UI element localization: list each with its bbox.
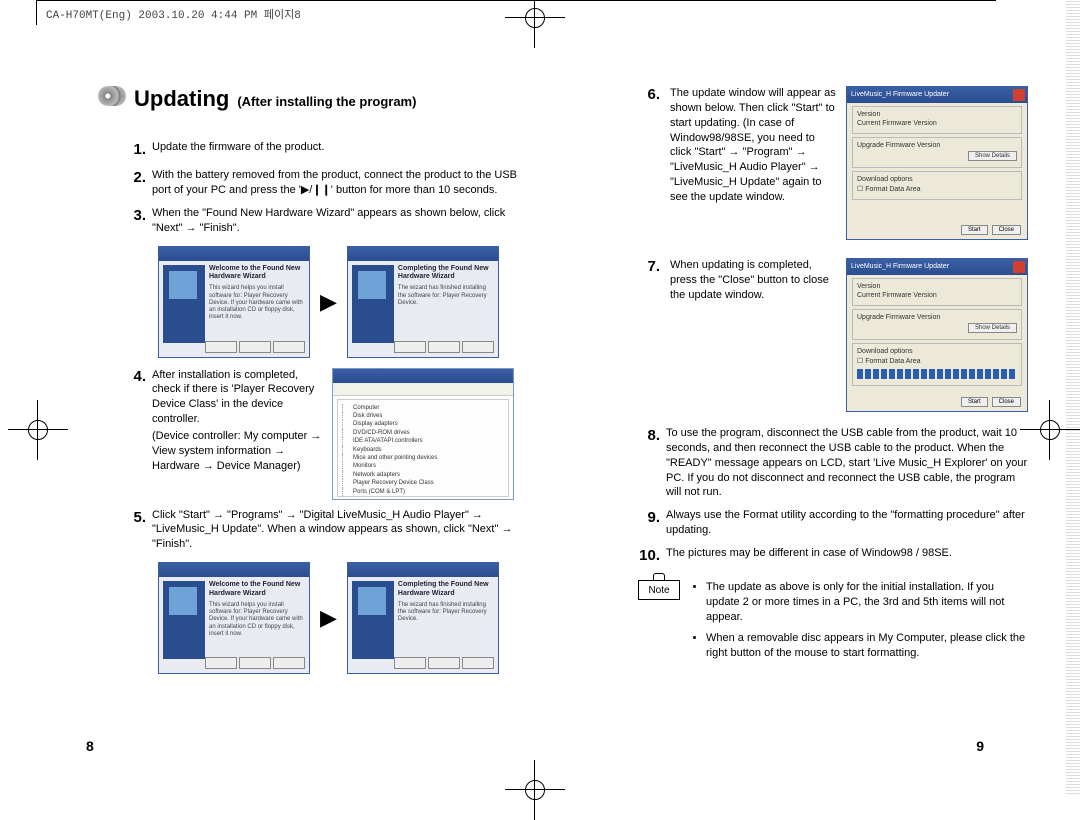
step-text: Update the firmware of the product. [152, 140, 528, 155]
crop-mark [236, 0, 996, 25]
step-number: 4. [124, 368, 146, 500]
wizard-row: Welcome to the Found New Hardware Wizard… [158, 246, 528, 358]
step-number: 1. [124, 140, 146, 160]
firmware-updater-done: LiveMusic_H Firmware Updater VersionCurr… [846, 258, 1028, 412]
step-number: 7. [638, 258, 660, 412]
step-number: 2. [124, 168, 146, 188]
step-text: Click "Start" → "Programs" → "Digital Li… [152, 508, 528, 553]
step-text: After installation is completed, check i… [152, 368, 322, 427]
step-5: 5. Click "Start" → "Programs" → "Digital… [124, 508, 528, 553]
page-title: Updating (After installing the program) [98, 86, 528, 112]
wizard-welcome: Welcome to the Found New Hardware Wizard… [158, 562, 310, 674]
page-spread: Updating (After installing the program) … [38, 26, 1032, 766]
step-text: When the "Found New Hardware Wizard" app… [152, 206, 528, 236]
title-main: Updating [134, 86, 229, 112]
step-2: 2. With the battery removed from the pro… [124, 168, 528, 198]
step-1: 1. Update the firmware of the product. [124, 140, 528, 160]
page-number-left: 8 [86, 738, 94, 754]
wizard-row-2: Welcome to the Found New Hardware Wizard… [158, 562, 528, 674]
step-text: The update window will appear as shown b… [670, 86, 836, 240]
step-text: The pictures may be different in case of… [666, 546, 1028, 561]
step-9: 9. Always use the Format utility accordi… [638, 508, 1028, 538]
step-8: 8. To use the program, disconnect the US… [638, 426, 1028, 500]
wizard-complete: Completing the Found New Hardware Wizard… [347, 246, 499, 358]
step-4: 4. After installation is completed, chec… [124, 368, 528, 500]
step-number: 6. [638, 86, 660, 240]
step-number: 5. [124, 508, 146, 528]
step-text: (Device controller: My computer → View s… [152, 429, 322, 474]
arrow-icon: ▶ [320, 289, 337, 315]
note-item: When a removable disc appears in My Comp… [706, 631, 1028, 661]
step-text: To use the program, disconnect the USB c… [666, 426, 1028, 500]
wizard-welcome: Welcome to the Found New Hardware Wizard… [158, 246, 310, 358]
step-number: 3. [124, 206, 146, 226]
device-manager-window: Computer Disk drives Display adapters DV… [332, 368, 514, 500]
title-sub: (After installing the program) [237, 94, 416, 109]
step-text: When updating is completed, press the "C… [670, 258, 836, 412]
note-icon: Note [638, 580, 680, 600]
side-hatching [1066, 0, 1080, 794]
registration-mark [8, 400, 68, 460]
step-text: With the battery removed from the produc… [152, 168, 528, 198]
right-page: 6. The update window will appear as show… [638, 86, 1028, 666]
cd-icon [98, 86, 126, 106]
note-item: The update as above is only for the init… [706, 580, 1028, 625]
step-6: 6. The update window will appear as show… [638, 86, 1028, 240]
step-7: 7. When updating is completed, press the… [638, 258, 1028, 412]
firmware-updater-window: LiveMusic_H Firmware Updater VersionCurr… [846, 86, 1028, 240]
note-block: Note The update as above is only for the… [638, 580, 1028, 666]
step-10: 10. The pictures may be different in cas… [638, 546, 1028, 566]
print-header: CA-H70MT(Eng) 2003.10.20 4:44 PM 페이지8 [46, 6, 301, 22]
page-number-right: 9 [976, 738, 984, 754]
registration-mark [1020, 400, 1080, 460]
arrow-icon: ▶ [320, 605, 337, 631]
left-page: Updating (After installing the program) … [98, 86, 528, 682]
registration-mark [505, 760, 565, 820]
wizard-complete: Completing the Found New Hardware Wizard… [347, 562, 499, 674]
step-number: 9. [638, 508, 660, 528]
step-text: Always use the Format utility according … [666, 508, 1028, 538]
step-number: 8. [638, 426, 660, 446]
step-number: 10. [638, 546, 660, 566]
step-3: 3. When the "Found New Hardware Wizard" … [124, 206, 528, 236]
